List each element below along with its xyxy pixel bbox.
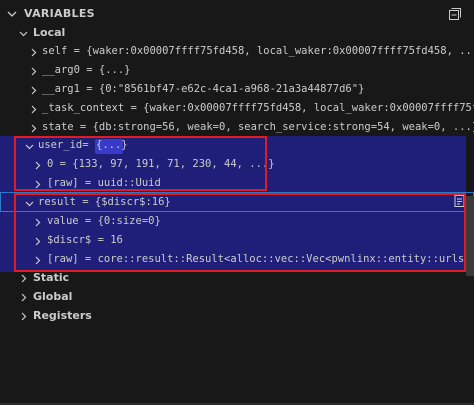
chevron-right-icon[interactable]: [28, 47, 39, 58]
scope-local[interactable]: Local: [0, 24, 474, 43]
scope-global[interactable]: Global: [0, 288, 474, 307]
chevron-down-icon[interactable]: [18, 28, 29, 39]
variable-arg0[interactable]: __arg0 = {...}: [0, 62, 474, 81]
variables-panel: VARIABLES Local self = {waker:0x00007fff…: [0, 0, 474, 405]
variables-header[interactable]: VARIABLES: [0, 4, 474, 26]
variable-task-context[interactable]: _task_context = {waker:0x00007ffff75fd45…: [0, 100, 474, 119]
variable-task-context-text: _task_context = {waker:0x00007ffff75fd45…: [42, 102, 474, 114]
scope-static-label: Static: [33, 271, 70, 284]
scope-registers-label: Registers: [33, 309, 92, 322]
chevron-down-icon[interactable]: [6, 8, 18, 20]
chevron-right-icon[interactable]: [18, 311, 29, 322]
collapse-all-icon[interactable]: [448, 7, 462, 21]
variable-arg1[interactable]: __arg1 = {0:"8561bf47-e62c-4ca1-a968-21a…: [0, 81, 474, 100]
scope-static[interactable]: Static: [0, 269, 474, 288]
annotation-box-result: [14, 193, 466, 272]
variable-self[interactable]: self = {waker:0x00007ffff75fd458, local_…: [0, 43, 474, 62]
scrollbar-thumb[interactable]: [466, 196, 474, 276]
scope-global-label: Global: [33, 290, 73, 303]
chevron-right-icon[interactable]: [18, 292, 29, 303]
variable-arg0-text: __arg0 = {...}: [42, 64, 131, 76]
variables-title: VARIABLES: [24, 7, 95, 20]
chevron-right-icon[interactable]: [28, 123, 39, 134]
variable-self-text: self = {waker:0x00007ffff75fd458, local_…: [42, 45, 474, 57]
chevron-right-icon[interactable]: [18, 273, 29, 284]
annotation-box-user-id: [14, 136, 267, 191]
scope-registers[interactable]: Registers: [0, 307, 474, 326]
variable-state-text: state = {db:strong=56, weak=0, search_se…: [42, 121, 474, 133]
scope-local-label: Local: [33, 26, 66, 39]
chevron-right-icon[interactable]: [28, 66, 39, 77]
chevron-right-icon[interactable]: [28, 85, 39, 96]
chevron-right-icon[interactable]: [28, 104, 39, 115]
variable-arg1-text: __arg1 = {0:"8561bf47-e62c-4ca1-a968-21a…: [42, 83, 365, 95]
